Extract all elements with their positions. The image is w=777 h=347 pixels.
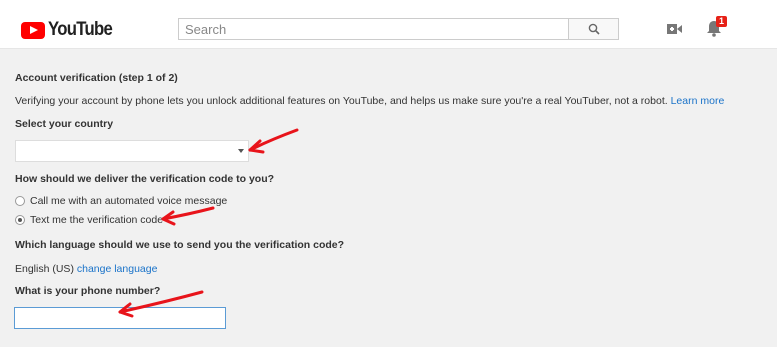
radio-voice-call[interactable]: [15, 196, 25, 206]
phone-number-input[interactable]: [15, 308, 225, 328]
learn-more-link[interactable]: Learn more: [671, 95, 725, 107]
country-select[interactable]: [15, 140, 249, 162]
youtube-logo[interactable]: YouTube: [21, 19, 121, 41]
logo-text: YouTube: [48, 19, 113, 40]
page: YouTube 1 Account verification (step 1 o…: [0, 0, 777, 347]
search-input[interactable]: [179, 19, 568, 39]
notification-badge: 1: [716, 16, 727, 27]
youtube-play-icon: [21, 21, 45, 39]
delivery-label: How should we deliver the verification c…: [15, 173, 275, 185]
verification-title: Account verification (step 1 of 2): [15, 72, 178, 84]
search-button[interactable]: [568, 18, 619, 40]
search-box[interactable]: [178, 18, 568, 40]
radio-text-message-label[interactable]: Text me the verification code: [30, 214, 163, 226]
annotation-arrow-country: [248, 128, 299, 154]
radio-text-message[interactable]: [15, 215, 25, 225]
language-value: English (US): [15, 263, 74, 275]
search-icon: [588, 23, 600, 35]
dropdown-caret-icon: [238, 149, 244, 153]
phone-number-field[interactable]: [14, 307, 226, 329]
verification-description: Verifying your account by phone lets you…: [15, 95, 668, 107]
country-label: Select your country: [15, 118, 114, 130]
video-upload-icon[interactable]: [667, 23, 682, 35]
phone-label: What is your phone number?: [15, 285, 161, 297]
change-language-link[interactable]: change language: [77, 263, 158, 275]
language-line: English (US) change language: [15, 263, 157, 275]
annotation-arrow-text-option: [161, 206, 215, 226]
radio-voice-call-label[interactable]: Call me with an automated voice message: [30, 195, 227, 207]
language-label: Which language should we use to send you…: [15, 239, 345, 251]
masthead: YouTube 1: [0, 0, 777, 49]
verification-description-line: Verifying your account by phone lets you…: [15, 95, 724, 107]
